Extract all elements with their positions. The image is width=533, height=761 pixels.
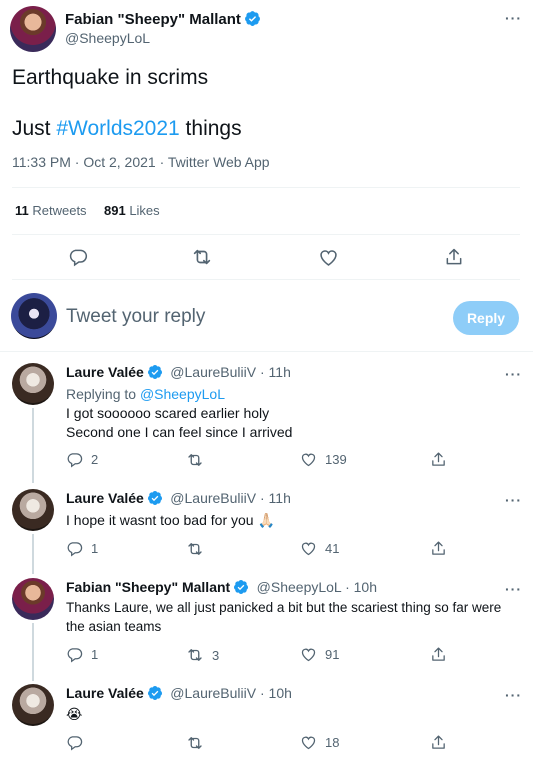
retweet-icon[interactable] <box>186 451 212 469</box>
tweet-text-line2: Just #Worlds2021 things <box>12 117 242 141</box>
reply-icon[interactable]: 1 <box>66 540 98 557</box>
reply-icon[interactable]: 2 <box>66 451 98 468</box>
share-icon[interactable] <box>430 451 447 468</box>
reply-icon[interactable] <box>66 734 91 751</box>
like-count: 91 <box>325 647 340 662</box>
reply-handle-time[interactable]: @LaureBuliiV · 11h <box>170 490 291 506</box>
composer-divider <box>0 351 533 352</box>
verified-icon <box>233 579 249 600</box>
more-icon[interactable]: ··· <box>505 10 522 26</box>
reply-text-line1: Thanks Laure, we all just panicked a bit… <box>66 600 502 615</box>
reply-text-line1: I hope it wasnt too bad for you 🙏🏻 <box>66 512 275 528</box>
reply-header: Laure Valée @LaureBuliiV · 11h <box>66 490 291 511</box>
thread-line <box>32 534 34 574</box>
thread-line <box>32 408 34 483</box>
hashtag-link[interactable]: #Worlds2021 <box>56 117 179 140</box>
more-icon[interactable]: ··· <box>505 581 522 597</box>
tweet-timestamp[interactable]: 11:33 PM · Oct 2, 2021 · Twitter Web App <box>12 154 270 170</box>
divider <box>12 187 520 188</box>
retweet-count: 3 <box>212 647 220 663</box>
more-icon[interactable]: ··· <box>505 687 522 703</box>
reply-icon[interactable] <box>66 245 90 269</box>
reply-handle-time[interactable]: @LaureBuliiV · 10h <box>170 685 292 701</box>
reply-icon[interactable]: 1 <box>66 646 98 663</box>
reply-count: 1 <box>91 541 99 556</box>
reply-avatar[interactable] <box>12 684 54 726</box>
share-icon[interactable] <box>430 646 447 663</box>
more-icon[interactable]: ··· <box>505 492 522 508</box>
reply-avatar[interactable] <box>12 489 54 531</box>
current-user-avatar[interactable] <box>11 293 57 339</box>
share-icon[interactable] <box>430 734 447 751</box>
reply-header: Laure Valée @LaureBuliiV · 11h <box>66 364 291 385</box>
reply-header: Fabian "Sheepy" Mallant @SheepyLoL · 10h <box>66 579 377 600</box>
author-handle[interactable]: @SheepyLoL <box>65 30 150 46</box>
retweets-stat[interactable]: 11 Retweets <box>15 203 87 218</box>
like-count: 41 <box>325 541 340 556</box>
replying-to-prefix: Replying to <box>66 386 140 402</box>
reply-text-line2: Second one I can feel since I arrived <box>66 424 293 440</box>
reply-count: 1 <box>91 647 99 662</box>
reply-handle-time[interactable]: @LaureBuliiV · 11h <box>170 364 291 380</box>
reply-avatar[interactable] <box>12 363 54 405</box>
reply-author-name[interactable]: Laure Valée <box>66 685 144 701</box>
retweet-icon[interactable] <box>190 245 214 269</box>
retweet-icon[interactable]: 3 <box>186 646 219 664</box>
reply-count: 2 <box>91 452 99 467</box>
thread-line <box>32 623 34 681</box>
author-name-text: Fabian "Sheepy" Mallant <box>65 11 241 28</box>
verified-icon <box>147 364 163 385</box>
verified-icon <box>147 685 163 706</box>
tweet-text-prefix: Just <box>12 117 57 140</box>
likes-stat[interactable]: 891 Likes <box>104 203 160 218</box>
reply-button[interactable]: Reply <box>453 301 519 335</box>
like-icon[interactable]: 91 <box>300 646 339 663</box>
reply-text-line2: the asian teams <box>66 619 162 634</box>
reply-avatar[interactable] <box>12 578 54 620</box>
replying-to-link[interactable]: @SheepyLoL <box>140 386 225 402</box>
retweets-count: 11 <box>15 203 29 218</box>
like-icon[interactable]: 18 <box>300 734 339 751</box>
author-name[interactable]: Fabian "Sheepy" Mallant <box>65 10 261 32</box>
more-icon[interactable]: ··· <box>505 366 522 382</box>
reply-author-name[interactable]: Laure Valée <box>66 490 144 506</box>
like-count: 139 <box>325 452 347 467</box>
reply-text-line1: I got soooooo scared earlier holy <box>66 405 270 421</box>
like-icon[interactable]: 41 <box>300 540 339 557</box>
reply-text-line1: 😭 <box>66 706 83 722</box>
reply-button-label: Reply <box>466 310 506 326</box>
like-count: 18 <box>325 735 340 750</box>
tweet-text-suffix: things <box>179 117 242 140</box>
retweet-icon[interactable] <box>186 540 212 558</box>
share-icon[interactable] <box>442 245 466 269</box>
reply-input[interactable]: Tweet your reply <box>66 306 205 328</box>
retweets-label: Retweets <box>28 203 87 218</box>
reply-header: Laure Valée @LaureBuliiV · 10h <box>66 685 292 706</box>
verified-icon <box>147 490 163 511</box>
likes-label: Likes <box>125 203 160 218</box>
reply-handle-time[interactable]: @SheepyLoL · 10h <box>257 579 377 595</box>
retweet-icon[interactable] <box>186 734 212 752</box>
verified-icon <box>244 10 261 32</box>
author-avatar[interactable] <box>10 6 56 52</box>
reply-author-name[interactable]: Fabian "Sheepy" Mallant <box>66 579 230 595</box>
like-icon[interactable] <box>316 245 340 269</box>
replying-to: Replying to @SheepyLoL <box>66 384 225 404</box>
likes-count: 891 <box>104 203 126 218</box>
reply-author-name[interactable]: Laure Valée <box>66 364 144 380</box>
divider <box>12 279 520 280</box>
like-icon[interactable]: 139 <box>300 451 347 468</box>
divider <box>12 234 520 235</box>
share-icon[interactable] <box>430 540 447 557</box>
tweet-text-line1: Earthquake in scrims <box>12 66 209 89</box>
